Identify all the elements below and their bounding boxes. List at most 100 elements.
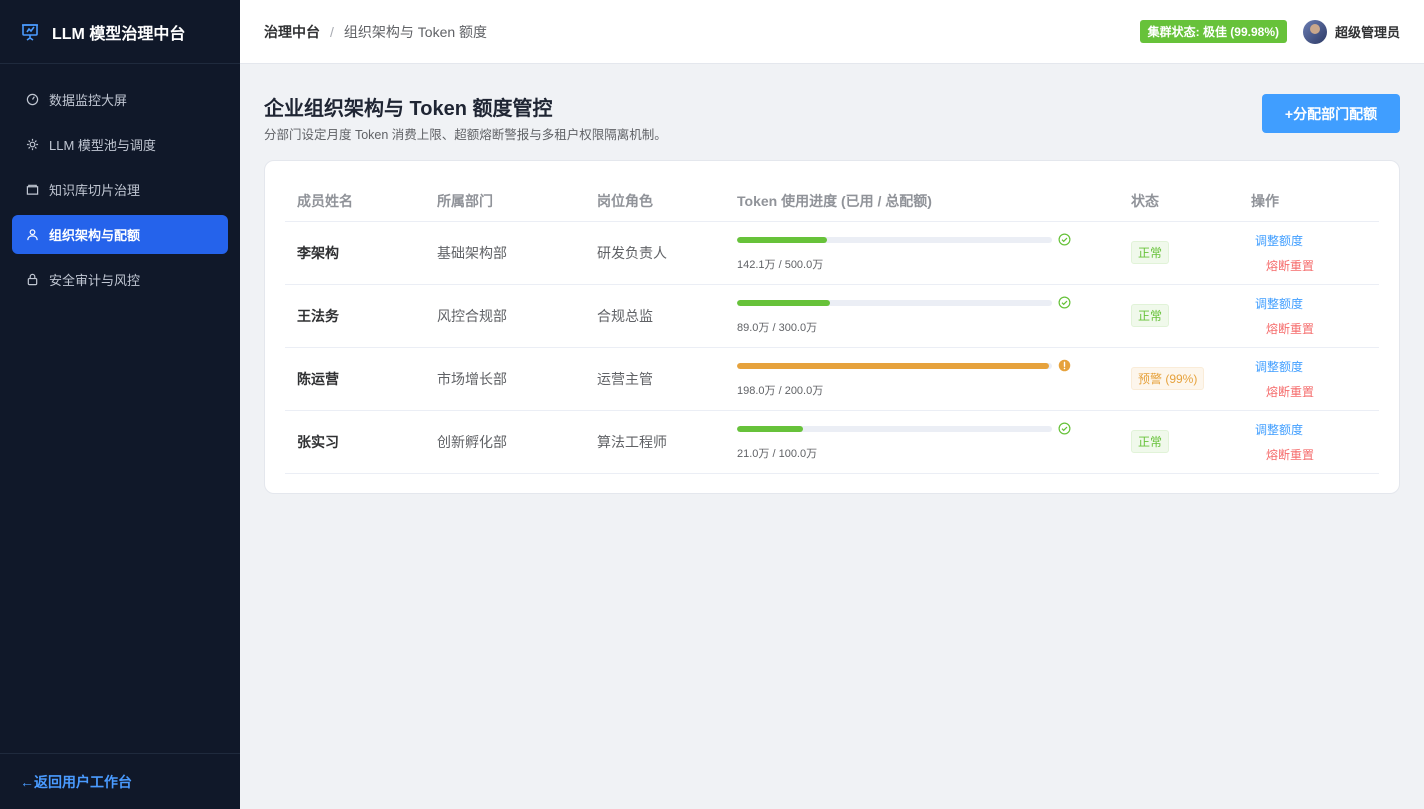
usage-cell: 21.0万 / 100.0万 xyxy=(725,410,1119,474)
progress-track xyxy=(737,299,1052,306)
adjust-quota-link[interactable]: 调整额度 xyxy=(1251,358,1379,375)
column-header-status: 状态 xyxy=(1119,181,1239,222)
username[interactable]: 超级管理员 xyxy=(1335,22,1400,41)
member-dept: 风控合规部 xyxy=(425,284,585,348)
sidebar-item-security-audit[interactable]: 安全审计与风控 xyxy=(12,260,228,299)
progress-fill xyxy=(737,299,831,306)
table-body: 李架构 基础架构部 研发负责人 142.1万 / 500.0万 正常 调整额度 … xyxy=(285,221,1379,474)
adjust-quota-link[interactable]: 调整额度 xyxy=(1251,421,1379,438)
table-row: 张实习 创新孵化部 算法工程师 21.0万 / 100.0万 正常 调整额度 熔… xyxy=(285,410,1379,474)
progress-track xyxy=(737,425,1052,432)
actions-cell: 调整额度 熔断重置 xyxy=(1239,347,1379,411)
member-role: 合规总监 xyxy=(585,284,725,348)
avatar[interactable] xyxy=(1302,19,1327,44)
sidebar-item-knowledge-base[interactable]: 知识库切片治理 xyxy=(12,170,228,209)
actions-cell: 调整额度 熔断重置 xyxy=(1239,221,1379,285)
status-cell: 正常 xyxy=(1119,221,1239,285)
status-badge: 正常 xyxy=(1131,430,1170,453)
usage-cell: 89.0万 / 300.0万 xyxy=(725,284,1119,348)
member-name: 王法务 xyxy=(285,284,425,348)
header-right: 集群状态: 极佳 (99.98%) 超级管理员 xyxy=(1139,19,1400,44)
check-circle-icon xyxy=(1058,233,1071,246)
column-header-dept: 所属部门 xyxy=(425,181,585,222)
warning-circle-icon xyxy=(1058,359,1071,372)
progress-fill xyxy=(737,425,804,432)
presentation-board-icon xyxy=(22,23,38,41)
sidebar-item-dashboard[interactable]: 数据监控大屏 xyxy=(12,80,228,119)
status-badge: 正常 xyxy=(1131,304,1170,327)
member-name: 张实习 xyxy=(285,410,425,474)
sidebar-item-label: 安全审计与风控 xyxy=(49,273,141,288)
members-table: 成员姓名 所属部门 岗位角色 Token 使用进度 (已用 / 总配额) 状态 … xyxy=(285,181,1379,474)
circuit-reset-link[interactable]: 熔断重置 xyxy=(1251,446,1379,463)
table-row: 王法务 风控合规部 合规总监 89.0万 / 300.0万 正常 调整额度 熔断… xyxy=(285,284,1379,348)
breadcrumb-separator: / xyxy=(330,23,334,40)
table-row: 李架构 基础架构部 研发负责人 142.1万 / 500.0万 正常 调整额度 … xyxy=(285,221,1379,285)
progress-fill xyxy=(737,236,827,243)
dashboard-gauge-icon xyxy=(26,93,39,106)
page-title: 企业组织架构与 Token 额度管控 xyxy=(264,98,553,120)
check-circle-icon xyxy=(1058,422,1071,435)
sidebar-item-label: 组织架构与配额 xyxy=(49,228,141,243)
member-dept: 基础架构部 xyxy=(425,221,585,285)
sidebar-item-label: 知识库切片治理 xyxy=(49,183,141,198)
page-description: 分部门设定月度 Token 消费上限、超额熔断警报与多租户权限隔离机制。 xyxy=(264,128,667,142)
progress-track xyxy=(737,236,1052,243)
breadcrumb-current: 组织架构与 Token 额度 xyxy=(343,23,488,40)
breadcrumb: 治理中台 / 组织架构与 Token 额度 xyxy=(264,22,487,42)
usage-progress xyxy=(737,296,1071,309)
member-dept: 市场增长部 xyxy=(425,347,585,411)
member-role: 算法工程师 xyxy=(585,410,725,474)
sidebar: LLM 模型治理中台 数据监控大屏 LLM 模型池与调度 知识库切片治理 组织架… xyxy=(0,0,240,809)
usage-progress xyxy=(737,359,1071,372)
status-badge: 正常 xyxy=(1131,241,1170,264)
column-header-actions: 操作 xyxy=(1239,181,1379,222)
progress-fill xyxy=(737,362,1049,369)
circuit-reset-link[interactable]: 熔断重置 xyxy=(1251,320,1379,337)
table-header-row: 成员姓名 所属部门 岗位角色 Token 使用进度 (已用 / 总配额) 状态 … xyxy=(285,181,1379,222)
cluster-status-badge: 集群状态: 极佳 (99.98%) xyxy=(1139,20,1287,43)
status-cell: 正常 xyxy=(1119,284,1239,348)
adjust-quota-link[interactable]: 调整额度 xyxy=(1251,232,1379,249)
brand: LLM 模型治理中台 xyxy=(0,0,240,64)
progress-track xyxy=(737,362,1052,369)
usage-text: 198.0万 / 200.0万 xyxy=(737,385,824,397)
column-header-name: 成员姓名 xyxy=(285,181,425,222)
status-badge: 预警 (99%) xyxy=(1131,367,1205,390)
folder-icon xyxy=(26,184,39,195)
member-role: 研发负责人 xyxy=(585,221,725,285)
usage-cell: 142.1万 / 500.0万 xyxy=(725,221,1119,285)
usage-cell: 198.0万 / 200.0万 xyxy=(725,347,1119,411)
usage-progress xyxy=(737,233,1071,246)
status-cell: 正常 xyxy=(1119,410,1239,474)
back-to-workspace-link[interactable]: ←返回用户工作台 xyxy=(20,772,132,792)
breadcrumb-root[interactable]: 治理中台 xyxy=(264,22,320,42)
sidebar-item-org-quota[interactable]: 组织架构与配额 xyxy=(12,215,228,254)
main-content: 企业组织架构与 Token 额度管控 分部门设定月度 Token 消费上限、超额… xyxy=(264,64,1400,494)
sidebar-item-label: LLM 模型池与调度 xyxy=(49,138,156,153)
usage-progress xyxy=(737,422,1071,435)
member-name: 陈运营 xyxy=(285,347,425,411)
table-row: 陈运营 市场增长部 运营主管 198.0万 / 200.0万 预警 (99%) … xyxy=(285,347,1379,411)
lock-icon xyxy=(27,273,38,286)
usage-text: 89.0万 / 300.0万 xyxy=(737,322,818,334)
sidebar-item-model-pool[interactable]: LLM 模型池与调度 xyxy=(12,125,228,164)
gear-icon xyxy=(26,138,39,151)
actions-cell: 调整额度 熔断重置 xyxy=(1239,410,1379,474)
sidebar-item-label: 数据监控大屏 xyxy=(49,93,128,108)
actions-cell: 调整额度 熔断重置 xyxy=(1239,284,1379,348)
app-title: LLM 模型治理中台 xyxy=(52,25,186,43)
member-dept: 创新孵化部 xyxy=(425,410,585,474)
user-icon xyxy=(27,229,38,241)
member-role: 运营主管 xyxy=(585,347,725,411)
circuit-reset-link[interactable]: 熔断重置 xyxy=(1251,383,1379,400)
circuit-reset-link[interactable]: 熔断重置 xyxy=(1251,257,1379,274)
check-circle-icon xyxy=(1058,296,1071,309)
page-head: 企业组织架构与 Token 额度管控 分部门设定月度 Token 消费上限、超额… xyxy=(264,64,1400,160)
assign-dept-quota-button[interactable]: +分配部门配额 xyxy=(1262,94,1400,133)
status-cell: 预警 (99%) xyxy=(1119,347,1239,411)
members-table-card: 成员姓名 所属部门 岗位角色 Token 使用进度 (已用 / 总配额) 状态 … xyxy=(264,160,1400,494)
top-header: 治理中台 / 组织架构与 Token 额度 集群状态: 极佳 (99.98%) … xyxy=(240,0,1424,64)
adjust-quota-link[interactable]: 调整额度 xyxy=(1251,295,1379,312)
usage-text: 21.0万 / 100.0万 xyxy=(737,448,818,460)
